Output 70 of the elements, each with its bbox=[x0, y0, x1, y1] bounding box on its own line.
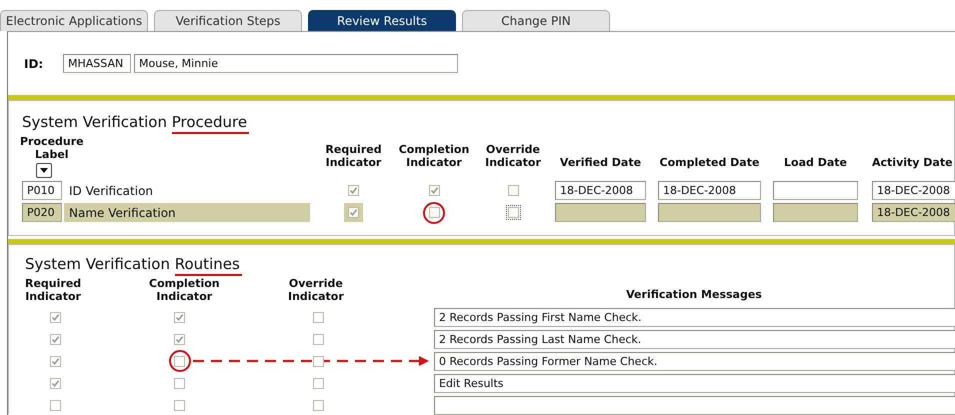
checkbox[interactable] bbox=[428, 207, 440, 218]
date-field[interactable]: 18-DEC-2008 bbox=[555, 181, 646, 200]
checkbox[interactable] bbox=[50, 400, 61, 410]
caret-icon bbox=[40, 168, 48, 173]
name-field[interactable]: Mouse, Minnie bbox=[134, 54, 458, 73]
checkbox[interactable] bbox=[508, 185, 518, 196]
id-field[interactable]: MHASSAN bbox=[63, 54, 131, 73]
id-label: ID: bbox=[24, 56, 44, 70]
tab[interactable]: Review Results bbox=[308, 10, 456, 31]
checkbox[interactable] bbox=[508, 207, 518, 218]
date-field[interactable] bbox=[773, 203, 858, 222]
checkbox[interactable] bbox=[174, 400, 185, 410]
column-header: Completion Indicator bbox=[149, 277, 220, 303]
checkbox[interactable] bbox=[313, 378, 324, 388]
checkbox[interactable] bbox=[313, 312, 324, 322]
message-field[interactable]: 2 Records Passing Last Name Check. bbox=[434, 330, 955, 348]
checkbox[interactable] bbox=[50, 356, 61, 366]
column-header: Procedure Label bbox=[20, 135, 84, 161]
check-icon bbox=[349, 208, 358, 217]
procedure-label: Name Verification bbox=[64, 203, 310, 222]
checkbox[interactable] bbox=[348, 207, 359, 218]
code-field[interactable]: P020 bbox=[22, 203, 62, 222]
date-field[interactable] bbox=[555, 203, 646, 222]
checkbox[interactable] bbox=[50, 334, 61, 344]
section-title: System Verification Procedure bbox=[22, 113, 248, 131]
date-field[interactable]: 18-DEC-2008 bbox=[872, 181, 955, 200]
column-header: Completed Date bbox=[658, 156, 760, 169]
date-field[interactable]: 18-DEC-2008 bbox=[658, 181, 761, 200]
message-field[interactable] bbox=[434, 396, 955, 414]
checkbox[interactable] bbox=[174, 356, 185, 366]
code-field[interactable]: P010 bbox=[22, 181, 62, 200]
checkbox[interactable] bbox=[348, 185, 359, 196]
checkbox[interactable] bbox=[174, 378, 185, 388]
checkbox[interactable] bbox=[313, 356, 324, 366]
date-field[interactable]: 18-DEC-2008 bbox=[872, 203, 955, 222]
column-header: Required Indicator bbox=[325, 143, 382, 169]
check-icon bbox=[51, 312, 60, 322]
column-header: Verification Messages bbox=[625, 288, 763, 301]
check-icon bbox=[175, 334, 184, 344]
message-field[interactable]: Edit Results bbox=[434, 374, 955, 392]
checkbox[interactable] bbox=[428, 185, 440, 196]
procedure-label: ID Verification bbox=[68, 182, 154, 200]
column-header: Required Indicator bbox=[25, 277, 82, 303]
column-header: Completion Indicator bbox=[398, 143, 470, 169]
checkbox[interactable] bbox=[50, 312, 61, 322]
check-icon bbox=[51, 356, 60, 366]
check-icon bbox=[349, 186, 358, 195]
tab[interactable]: Verification Steps bbox=[154, 10, 302, 31]
date-field[interactable] bbox=[773, 181, 858, 200]
check-icon bbox=[430, 186, 438, 195]
checkbox[interactable] bbox=[174, 312, 185, 322]
column-header: Activity Date bbox=[872, 156, 954, 169]
dropdown-button[interactable] bbox=[36, 163, 52, 178]
column-header: Override Indicator bbox=[288, 277, 344, 303]
column-header: Override Indicator bbox=[485, 143, 541, 169]
tab[interactable]: Electronic Applications bbox=[0, 10, 148, 31]
checkbox[interactable] bbox=[174, 334, 185, 344]
checkbox[interactable] bbox=[313, 334, 324, 344]
tab[interactable]: Change PIN bbox=[462, 10, 610, 31]
message-field[interactable]: 0 Records Passing Former Name Check. bbox=[434, 352, 955, 370]
message-field[interactable]: 2 Records Passing First Name Check. bbox=[434, 308, 955, 326]
section-title: System Verification Routines bbox=[25, 255, 240, 273]
column-header: Verified Date bbox=[558, 156, 642, 169]
date-field[interactable] bbox=[658, 203, 761, 222]
checkbox[interactable] bbox=[50, 378, 61, 388]
check-icon bbox=[175, 312, 184, 322]
checkbox[interactable] bbox=[313, 400, 324, 410]
check-icon bbox=[51, 334, 60, 344]
column-header: Load Date bbox=[783, 156, 848, 169]
check-icon bbox=[51, 378, 60, 388]
